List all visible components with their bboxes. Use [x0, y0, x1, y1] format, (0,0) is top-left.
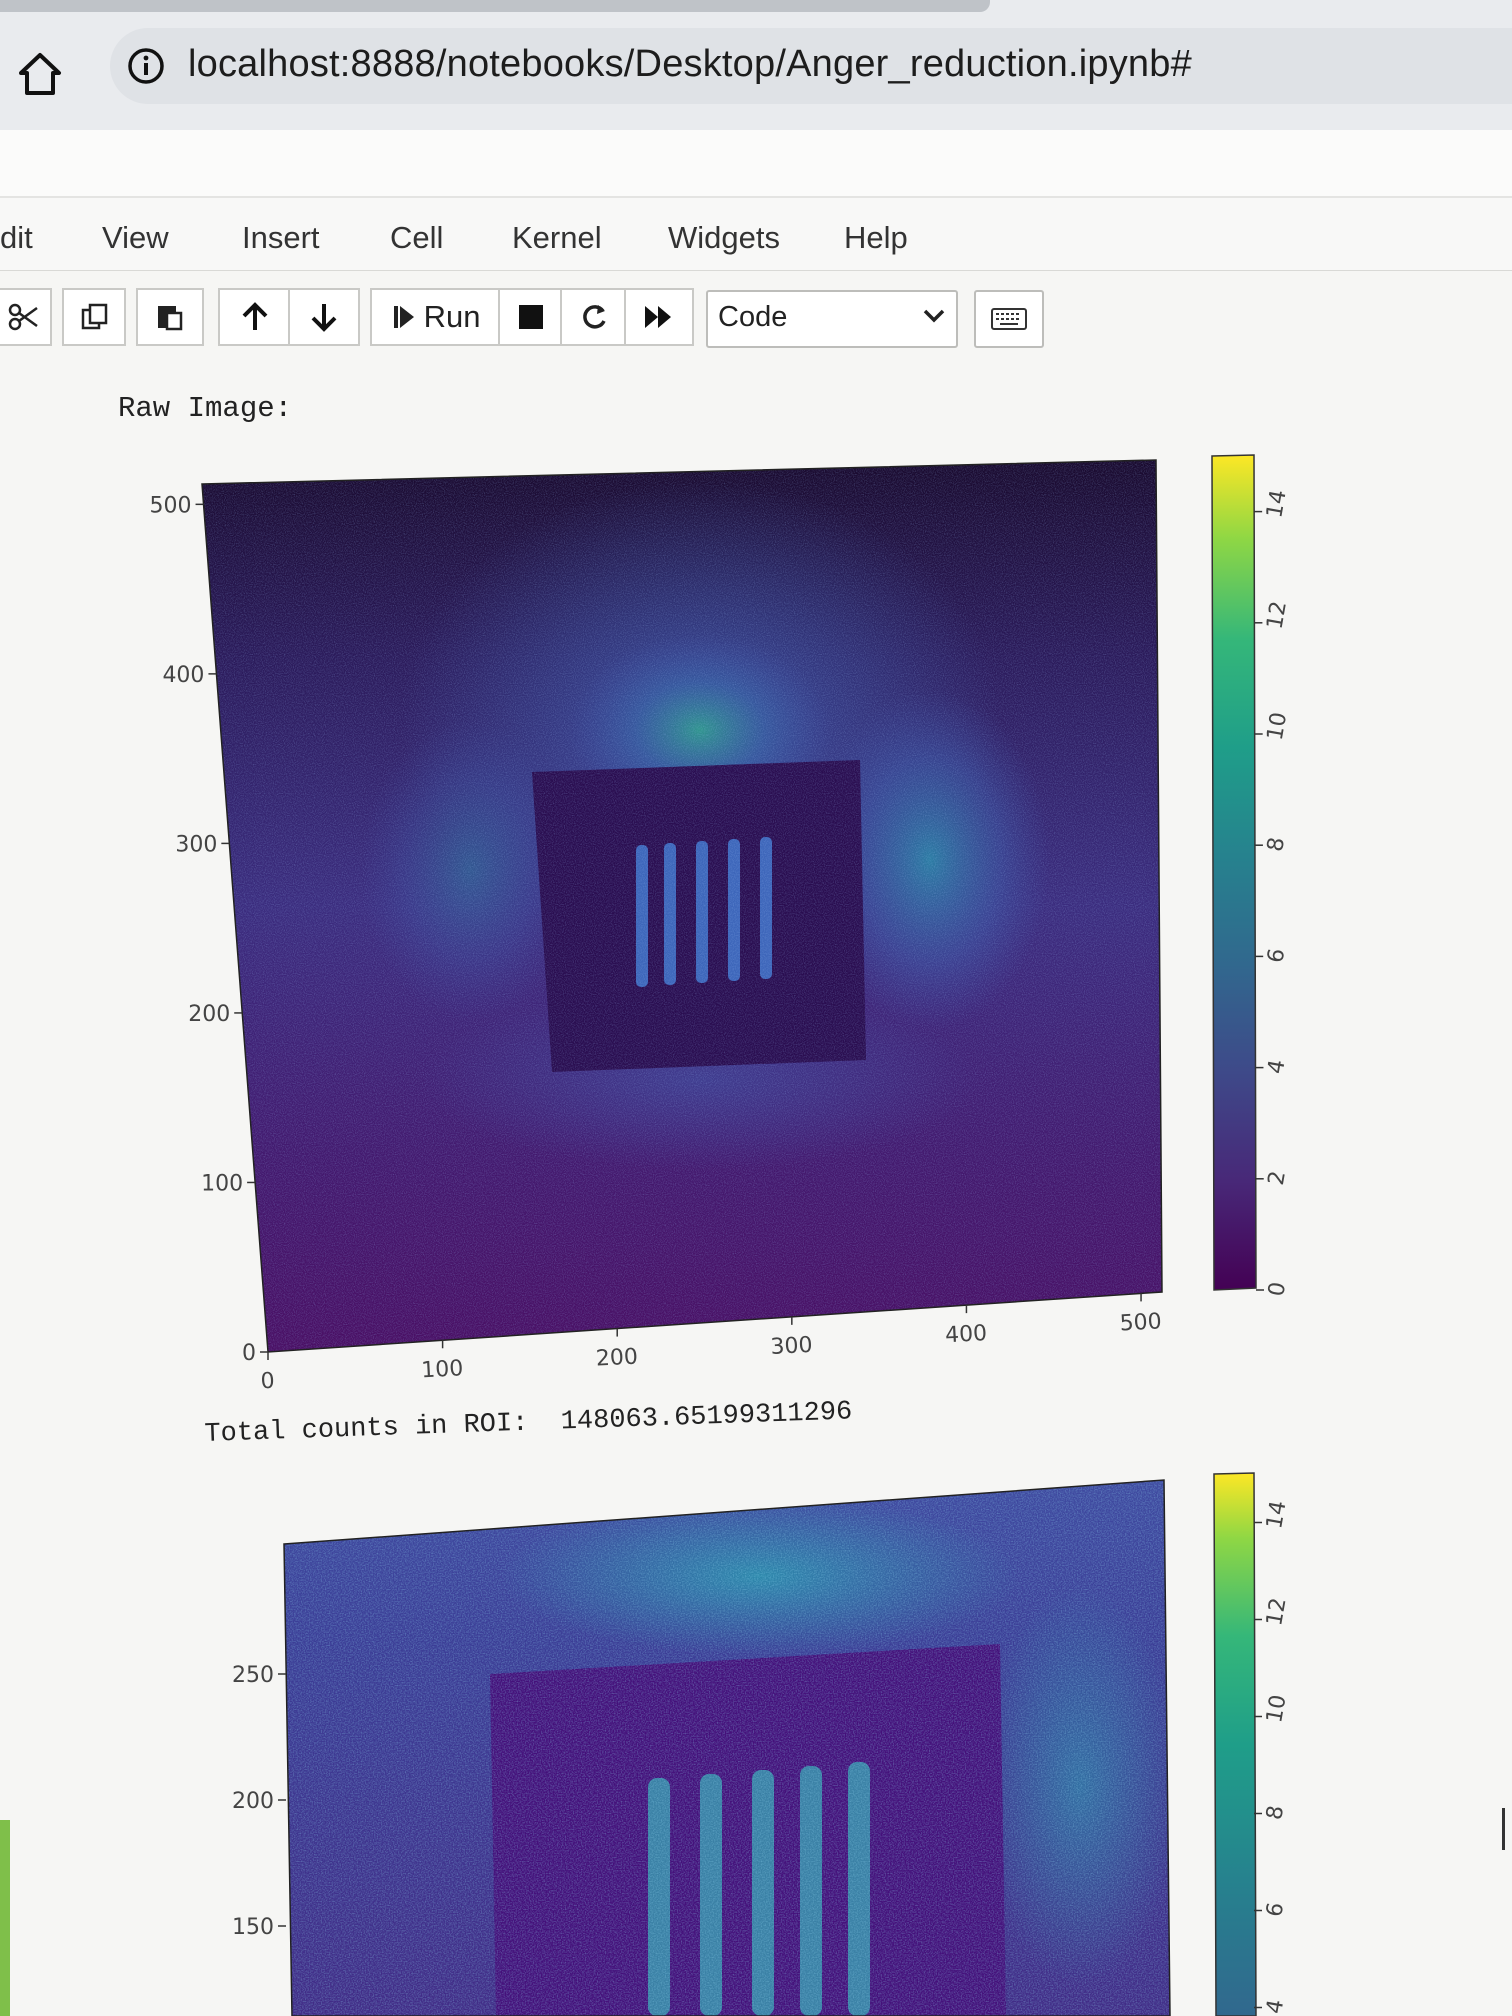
cut-icon [8, 303, 38, 331]
fast-forward-button[interactable] [624, 288, 694, 346]
menu-view[interactable]: View [102, 220, 169, 256]
paste-button[interactable] [136, 288, 204, 346]
fast-forward-icon [645, 306, 671, 328]
roi-heatmap-image [283, 1479, 1171, 2016]
command-palette-button[interactable] [974, 290, 1044, 348]
stop-icon [519, 305, 543, 329]
roi-colorbar-tick-label: 12 [1262, 1596, 1291, 1628]
y-tick-label: 500 [150, 493, 192, 518]
raw-image-label: Raw Image: [118, 392, 293, 425]
menu-widgets[interactable]: Widgets [668, 220, 780, 256]
colorbar-tick-label: 0 [1264, 1280, 1291, 1298]
chevron-down-icon [923, 309, 945, 323]
colorbar-tick-label: 10 [1263, 710, 1292, 742]
keyboard-icon [991, 308, 1027, 330]
colorbar-tick-label: 6 [1263, 947, 1290, 965]
menu-kernel[interactable]: Kernel [512, 220, 602, 256]
y-tick-label: 300 [175, 832, 217, 857]
menu-edit[interactable]: dit [0, 220, 33, 256]
roi-image-plot: 150 200 250 4 6 8 10 12 14 [232, 1472, 1292, 2016]
move-down-button[interactable] [288, 288, 360, 346]
raw-image-plot: 0 100 200 300 400 500 0 100 200 300 400 500 0 2 4 6 8 1… [150, 454, 1292, 1395]
x-tick-label: 300 [770, 1333, 813, 1360]
colorbar-tick-label: 2 [1264, 1169, 1291, 1187]
home-icon[interactable] [14, 48, 66, 100]
window-edge [0, 1820, 10, 2016]
cell-type-select[interactable]: Code [706, 290, 958, 348]
x-tick-label: 100 [421, 1356, 464, 1383]
x-tick-label: 500 [1119, 1309, 1162, 1336]
colorbar-tick-label: 8 [1263, 835, 1290, 853]
x-tick-label: 0 [260, 1369, 275, 1395]
roi-colorbar-tick-label: 10 [1262, 1693, 1291, 1725]
run-button[interactable]: Run [370, 288, 502, 346]
roi-colorbar-tick-label: 6 [1262, 1901, 1289, 1919]
site-info-icon[interactable] [126, 46, 166, 86]
y-tick-label: 200 [188, 1002, 230, 1027]
roi-colorbar-tick-label: 4 [1262, 1998, 1289, 2016]
heatmap-image [201, 459, 1163, 1353]
roi-colorbar: 4 6 8 10 12 14 [1213, 1472, 1292, 2016]
copy-button[interactable] [62, 288, 126, 346]
roi-y-tick-label: 250 [232, 1663, 274, 1688]
cut-button[interactable] [0, 288, 52, 346]
colorbar-tick-label: 4 [1264, 1058, 1291, 1076]
roi-y-tick-label: 200 [232, 1789, 274, 1814]
colorbar-tick-label: 12 [1263, 599, 1292, 631]
roi-colorbar-tick-label: 14 [1262, 1499, 1291, 1531]
tab-strip [0, 0, 990, 12]
roi-y-axis: 150 200 250 [232, 1663, 286, 1940]
text-cursor [1502, 1808, 1512, 1850]
move-up-button[interactable] [218, 288, 292, 346]
move-up-icon [242, 302, 268, 330]
colorbar-tick-label: 14 [1262, 488, 1291, 520]
restart-button[interactable] [560, 288, 628, 346]
menu-cell[interactable]: Cell [390, 220, 443, 256]
colorbar: 0 2 4 6 8 10 12 14 [1211, 454, 1292, 1298]
y-tick-label: 100 [201, 1171, 243, 1196]
x-tick-label: 400 [944, 1321, 987, 1348]
run-label: Run [423, 299, 481, 334]
menu-help[interactable]: Help [844, 220, 908, 256]
y-tick-label: 0 [242, 1341, 256, 1366]
paste-icon [158, 306, 183, 331]
cell-type-value: Code [718, 301, 788, 333]
url-text[interactable]: localhost:8888/notebooks/Desktop/Anger_r… [188, 36, 1192, 92]
notebook-header [0, 130, 1512, 198]
move-down-icon [311, 304, 337, 332]
roi-y-tick-label: 150 [232, 1915, 274, 1940]
y-tick-label: 400 [162, 663, 204, 688]
browser-toolbar: localhost:8888/notebooks/Desktop/Anger_r… [0, 0, 1512, 130]
menu-bar: dit View Insert Cell Kernel Widgets Help [0, 198, 1512, 271]
stop-button[interactable] [498, 288, 564, 346]
copy-icon [81, 303, 108, 330]
menu-insert[interactable]: Insert [242, 220, 320, 256]
restart-icon [583, 305, 606, 329]
run-icon [393, 306, 414, 328]
roi-colorbar-tick-label: 8 [1262, 1804, 1289, 1822]
x-tick-label: 200 [595, 1344, 638, 1371]
